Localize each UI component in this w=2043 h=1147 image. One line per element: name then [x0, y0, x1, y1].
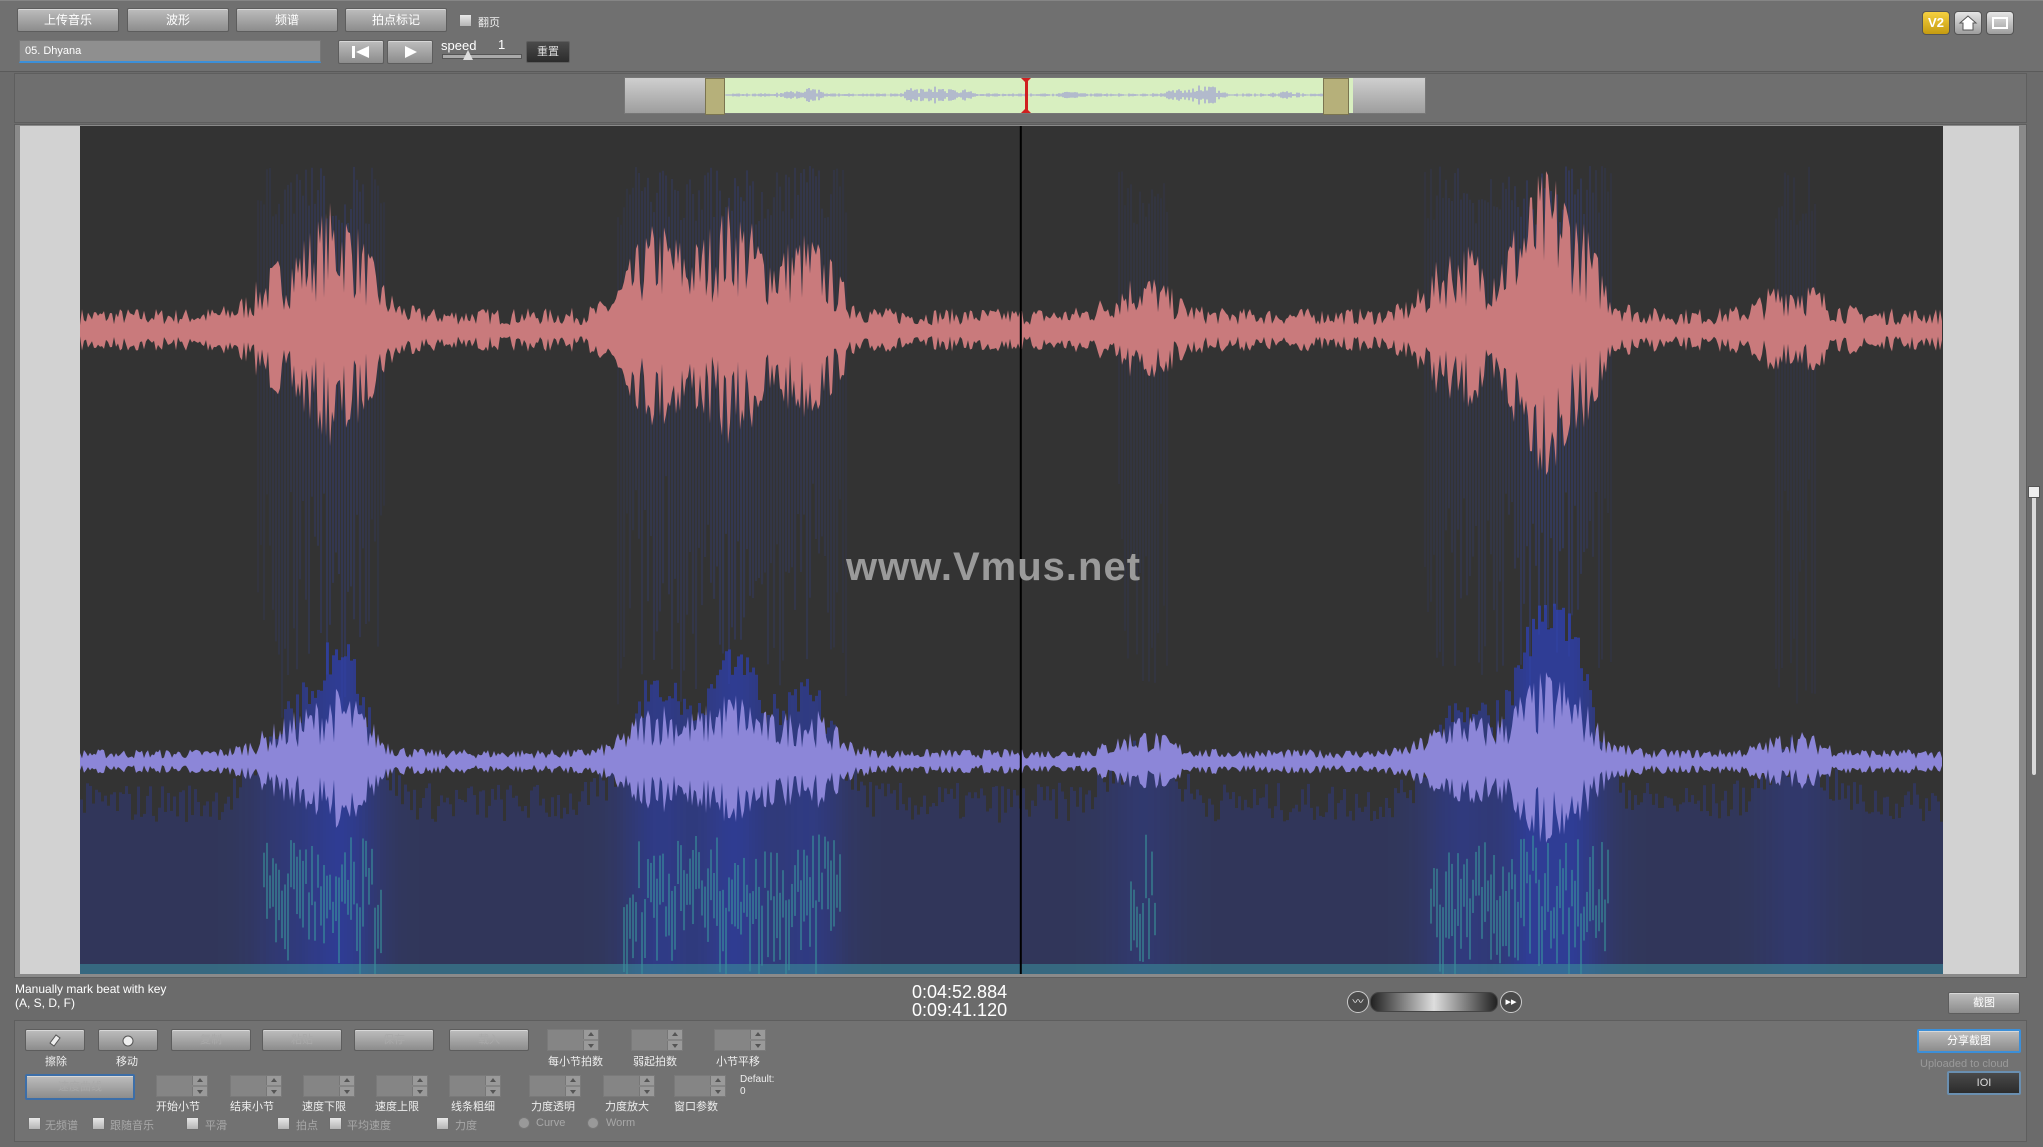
overview-playhead-bottom: [1021, 108, 1031, 113]
flip-page-checkbox[interactable]: [459, 14, 472, 27]
waveform-button[interactable]: 波形: [127, 8, 229, 32]
dynamics-checkbox[interactable]: [436, 1117, 449, 1130]
speed-value: 1: [498, 37, 506, 52]
zoom-out-icon[interactable]: 〰: [1347, 991, 1369, 1013]
zoom-in-icon[interactable]: ▸▸: [1500, 991, 1522, 1013]
beat-points-label: 拍点: [296, 1120, 318, 1132]
smooth-label: 平滑: [205, 1120, 227, 1132]
beat-mark-button[interactable]: 拍点标记: [345, 8, 447, 32]
hint-line-2: (A, S, D, F): [15, 996, 75, 1010]
no-spectrum-checkbox[interactable]: [28, 1117, 41, 1130]
no-spectrum-label: 无频谱: [45, 1120, 78, 1132]
smooth-checkbox[interactable]: [186, 1117, 199, 1130]
dynamics-zoom-label: 力度放大: [605, 1101, 649, 1113]
reset-button[interactable]: 重置: [526, 41, 570, 63]
share-screenshot-button[interactable]: 分享截图: [1917, 1029, 2021, 1053]
right-margin-area: [1943, 126, 2019, 974]
curve-label: Curve: [536, 1117, 566, 1129]
tempo-lower-spinner[interactable]: [303, 1075, 355, 1097]
window-param-spinner[interactable]: [674, 1075, 726, 1097]
beats-per-bar-label: 每小节拍数: [548, 1056, 603, 1068]
overview-left-handle[interactable]: [705, 78, 725, 115]
follow-music-checkbox[interactable]: [92, 1117, 105, 1130]
speed-curve-button[interactable]: 速度曲线: [25, 1074, 135, 1100]
tempo-upper-spinner[interactable]: [376, 1075, 428, 1097]
default-value: 0: [740, 1086, 746, 1097]
upload-music-button[interactable]: 上传音乐: [17, 8, 119, 32]
dynamics-zoom-spinner[interactable]: [603, 1075, 655, 1097]
dynamics-transparency-label: 力度透明: [531, 1101, 575, 1113]
worm-radio[interactable]: [587, 1117, 599, 1129]
line-thickness-label: 线条粗细: [451, 1101, 495, 1113]
copy-button[interactable]: 复制: [171, 1029, 251, 1051]
fullscreen-icon[interactable]: [1986, 11, 2014, 35]
play-button[interactable]: [387, 40, 433, 64]
end-bar-spinner[interactable]: [230, 1075, 282, 1097]
start-bar-spinner[interactable]: [156, 1075, 208, 1097]
flip-page-label: 翻页: [478, 17, 500, 29]
overview-playhead-top: [1021, 78, 1031, 83]
dynamics-transparency-spinner[interactable]: [529, 1075, 581, 1097]
move-label: 移动: [116, 1056, 138, 1068]
follow-music-label: 跟随音乐: [110, 1120, 154, 1132]
move-button[interactable]: [98, 1029, 158, 1051]
avg-tempo-label: 平均速度: [347, 1120, 391, 1132]
overview-track[interactable]: [624, 77, 1426, 115]
overview-right-handle[interactable]: [1323, 78, 1349, 115]
speed-slider-thumb[interactable]: [463, 50, 473, 60]
paste-button[interactable]: 粘贴: [262, 1029, 342, 1051]
dynamics-label: 力度: [455, 1120, 477, 1132]
zoom-slider[interactable]: [1370, 992, 1498, 1012]
save-button[interactable]: 保存: [354, 1029, 434, 1051]
beat-points-checkbox[interactable]: [277, 1117, 290, 1130]
tempo-upper-label: 速度上限: [375, 1101, 419, 1113]
speed-slider[interactable]: [442, 54, 522, 59]
start-bar-label: 开始小节: [156, 1101, 200, 1113]
line-thickness-spinner[interactable]: [449, 1075, 501, 1097]
avg-tempo-checkbox[interactable]: [329, 1117, 342, 1130]
default-label: Default:: [740, 1074, 775, 1085]
eraser-icon: [49, 1034, 61, 1047]
window-param-label: 窗口参数: [674, 1101, 718, 1113]
beats-per-bar-spinner[interactable]: [547, 1029, 599, 1051]
erase-button[interactable]: [25, 1029, 85, 1051]
watermark: www.Vmus.net: [846, 545, 1142, 589]
tempo-lower-label: 速度下限: [302, 1101, 346, 1113]
worm-label: Worm: [606, 1117, 636, 1129]
home-icon[interactable]: [1954, 11, 1982, 35]
skip-back-icon: [352, 46, 369, 58]
screenshot-button[interactable]: 截图: [1948, 992, 2020, 1014]
pickup-beats-label: 弱起拍数: [633, 1056, 677, 1068]
track-name-field[interactable]: 05. Dhyana: [19, 40, 321, 63]
hand-icon: [122, 1035, 134, 1047]
end-bar-label: 结束小节: [230, 1101, 274, 1113]
hint-line-1: Manually mark beat with key: [15, 982, 167, 996]
curve-radio[interactable]: [518, 1117, 530, 1129]
erase-label: 擦除: [45, 1056, 67, 1068]
v2-icon[interactable]: V2: [1922, 11, 1950, 35]
bar-shift-label: 小节平移: [716, 1056, 760, 1068]
scrollbar-handle[interactable]: [2028, 486, 2040, 498]
spectrum-button[interactable]: 频谱: [236, 8, 338, 32]
left-margin-area: [20, 126, 80, 974]
load-button[interactable]: 载入: [449, 1029, 529, 1051]
play-icon: [405, 46, 417, 58]
ioi-button[interactable]: IOI: [1947, 1071, 2021, 1095]
vertical-scrollbar[interactable]: [2032, 490, 2036, 775]
skip-back-button[interactable]: [338, 40, 384, 64]
pickup-beats-spinner[interactable]: [631, 1029, 683, 1051]
total-time: 0:09:41.120: [912, 1000, 1008, 1020]
bar-shift-spinner[interactable]: [714, 1029, 766, 1051]
uploaded-status: Uploaded to cloud: [1920, 1058, 2009, 1070]
